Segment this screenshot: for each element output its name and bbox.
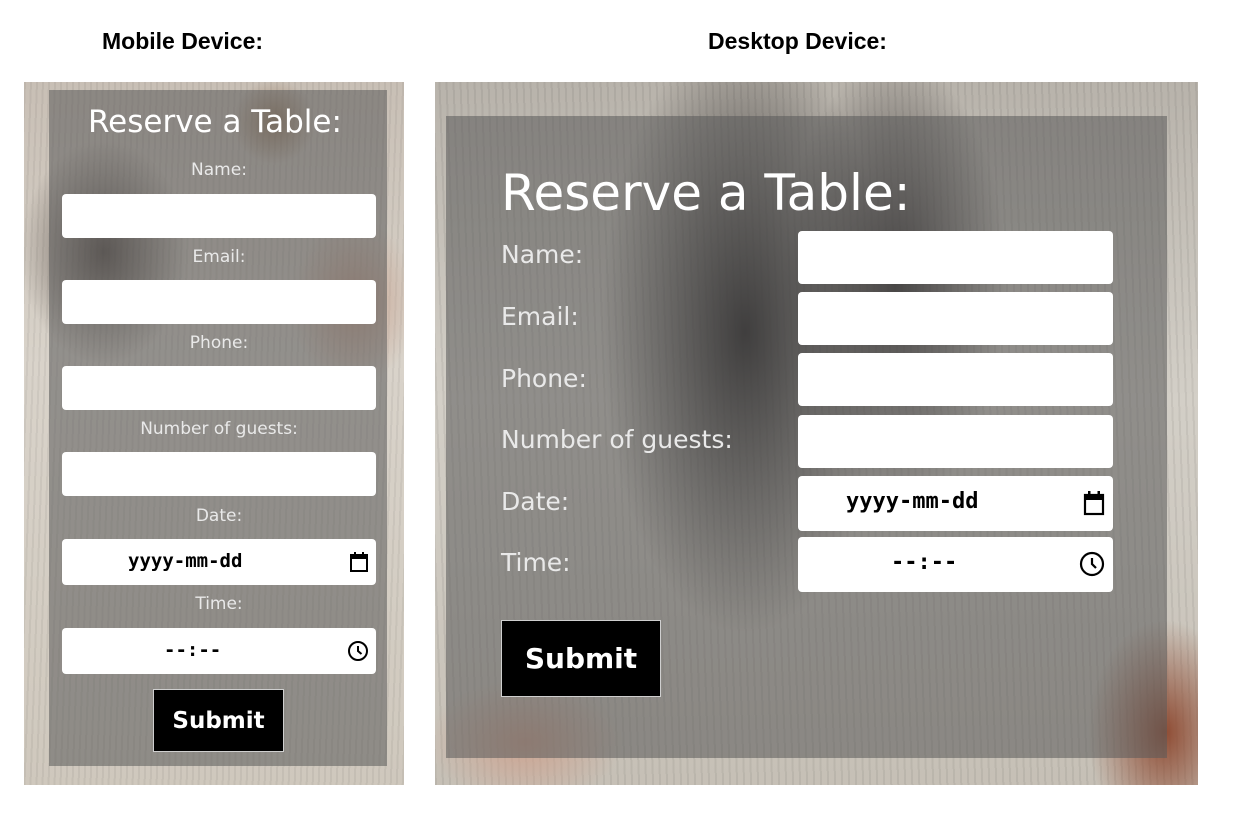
time-input[interactable]: --:-- bbox=[798, 537, 1113, 592]
date-label: Date: bbox=[195, 506, 243, 526]
form-title: Reserve a Table: bbox=[88, 104, 342, 140]
email-label: Email: bbox=[501, 302, 579, 331]
time-placeholder: --:-- bbox=[891, 550, 958, 575]
guests-input[interactable] bbox=[62, 452, 376, 496]
time-placeholder: --:-- bbox=[164, 639, 222, 661]
date-placeholder: yyyy-mm-dd bbox=[846, 489, 979, 514]
mobile-device-caption: Mobile Device: bbox=[102, 28, 264, 54]
desktop-screenshot: Reserve a Table: Name: Email: Phone: Num… bbox=[435, 82, 1198, 785]
phone-input[interactable] bbox=[62, 366, 376, 410]
form-title: Reserve a Table: bbox=[501, 164, 911, 222]
phone-input[interactable] bbox=[798, 353, 1113, 406]
name-input[interactable] bbox=[62, 194, 376, 238]
guests-label: Number of guests: bbox=[501, 425, 733, 454]
date-input[interactable]: yyyy-mm-dd bbox=[62, 539, 376, 585]
calendar-icon[interactable] bbox=[1083, 490, 1105, 516]
email-label: Email: bbox=[192, 247, 246, 267]
calendar-icon[interactable] bbox=[349, 551, 369, 573]
guests-label: Number of guests: bbox=[140, 419, 298, 439]
date-placeholder: yyyy-mm-dd bbox=[128, 550, 243, 572]
time-input[interactable]: --:-- bbox=[62, 628, 376, 674]
guests-input[interactable] bbox=[798, 415, 1113, 468]
desktop-device-caption: Desktop Device: bbox=[708, 28, 887, 54]
phone-label: Phone: bbox=[189, 333, 249, 353]
clock-icon[interactable] bbox=[1079, 551, 1105, 577]
submit-button[interactable]: Submit bbox=[153, 689, 284, 752]
clock-icon[interactable] bbox=[347, 640, 369, 662]
email-input[interactable] bbox=[798, 292, 1113, 345]
date-label: Date: bbox=[501, 487, 570, 516]
date-input[interactable]: yyyy-mm-dd bbox=[798, 476, 1113, 531]
mobile-screenshot: Reserve a Table: Name: Email: Phone: Num… bbox=[24, 82, 404, 785]
email-input[interactable] bbox=[62, 280, 376, 324]
name-label: Name: bbox=[191, 160, 247, 180]
submit-button[interactable]: Submit bbox=[501, 620, 661, 697]
name-input[interactable] bbox=[798, 231, 1113, 284]
name-label: Name: bbox=[501, 240, 584, 269]
time-label: Time: bbox=[501, 548, 571, 577]
phone-label: Phone: bbox=[501, 364, 587, 393]
time-label: Time: bbox=[195, 594, 243, 614]
